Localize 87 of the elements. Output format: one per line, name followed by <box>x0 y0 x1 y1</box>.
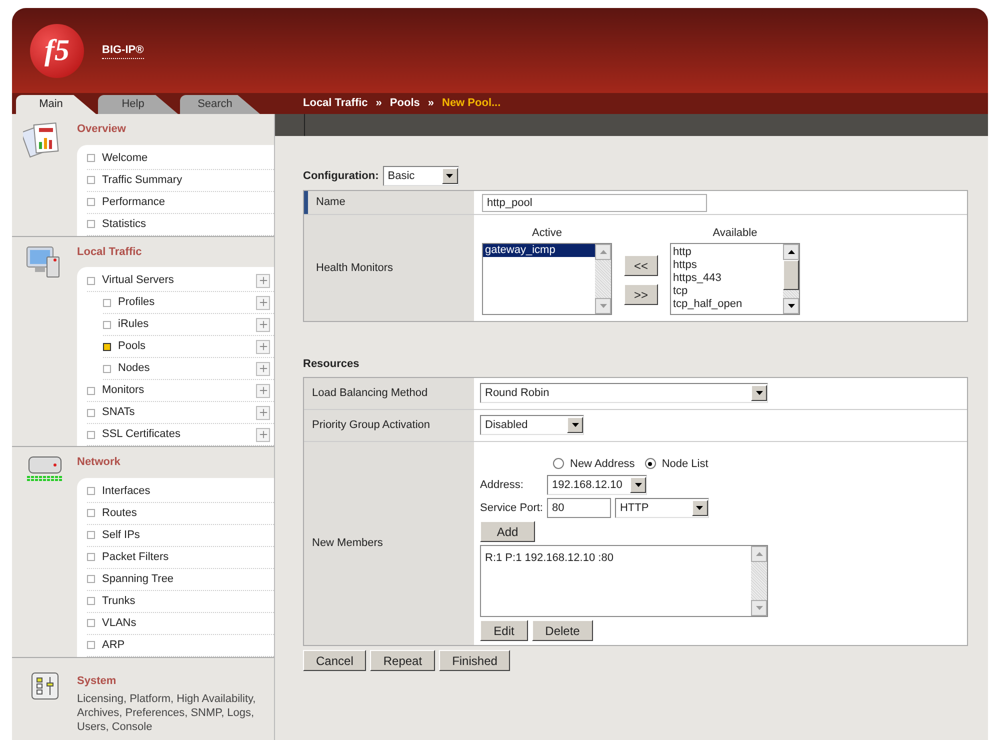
action-button[interactable]: Cancel <box>303 650 366 671</box>
row-label: Name <box>304 191 474 214</box>
breadcrumb-separator: » <box>376 96 382 112</box>
radio-option[interactable]: New Address <box>553 456 635 472</box>
row-label: Load Balancing Method <box>304 378 474 408</box>
add-icon[interactable] <box>256 406 270 420</box>
add-icon[interactable] <box>256 362 270 376</box>
breadcrumb-current: New Pool... <box>442 96 501 112</box>
field-label: Address: <box>480 478 524 493</box>
nav-link[interactable]: Trunks <box>102 592 274 610</box>
nav-link[interactable]: Spanning Tree <box>102 570 274 588</box>
product-name: BIG-IP® <box>102 42 144 60</box>
nav-link[interactable]: SSL Certificates <box>102 426 256 443</box>
nav-link[interactable]: Performance <box>102 194 274 210</box>
radio-option[interactable]: Node List <box>644 456 708 472</box>
field-label: Service Port: <box>480 500 543 516</box>
list-option[interactable]: gateway_icmp <box>483 244 595 257</box>
add-icon[interactable] <box>256 384 270 398</box>
section-title: Network <box>77 455 122 470</box>
tab[interactable]: Help <box>98 95 178 114</box>
breadcrumb-link[interactable]: Local Traffic <box>303 95 368 112</box>
nav-link[interactable]: VLANs <box>102 614 274 632</box>
nav-link[interactable]: Interfaces <box>102 482 274 500</box>
configuration-label: Configuration: <box>303 168 379 184</box>
section-title: Overview <box>77 122 127 137</box>
add-icon[interactable] <box>256 428 270 442</box>
tab[interactable]: Main <box>16 95 96 114</box>
scroll-up-icon[interactable] <box>788 250 794 254</box>
move-right-button[interactable]: >> <box>624 284 658 305</box>
row-label: New Members <box>304 442 474 645</box>
configuration-select[interactable]: Basic <box>382 166 459 186</box>
action-button[interactable]: Repeat <box>370 650 436 671</box>
list-option[interactable]: tcp <box>671 285 783 298</box>
nav-link[interactable]: SNATs <box>102 404 256 421</box>
priority-group-select[interactable]: Disabled <box>480 415 584 435</box>
nav-link[interactable]: Nodes <box>118 360 256 377</box>
section-title: Local Traffic <box>77 244 143 260</box>
service-select[interactable]: HTTP <box>614 498 709 518</box>
nav-link[interactable]: Profiles <box>118 294 256 311</box>
logo: f5 <box>30 24 84 78</box>
action-button[interactable]: Finished <box>439 650 510 671</box>
nav-link[interactable]: Self IPs <box>102 526 274 544</box>
member-entry[interactable]: R:1 P:1 192.168.12.10 :80 <box>485 550 747 566</box>
section-title: System <box>77 674 118 688</box>
edit-button[interactable]: Edit <box>480 620 528 641</box>
nav-link[interactable]: Virtual Servers <box>102 272 256 289</box>
load-balancing-select[interactable]: Round Robin <box>480 383 768 403</box>
available-list[interactable]: http https https_443 tcp tcp_half_open <box>670 243 800 315</box>
nav-link[interactable]: Welcome <box>102 150 274 166</box>
radio-icon[interactable] <box>553 458 564 470</box>
breadcrumb-link[interactable]: Pools <box>390 95 420 112</box>
port-field[interactable]: 80 <box>546 498 611 518</box>
members-list[interactable]: R:1 P:1 192.168.12.10 :80 <box>480 545 768 617</box>
list-option[interactable]: https_443 <box>671 272 783 285</box>
settings-icon <box>30 672 58 700</box>
radio-icon[interactable] <box>644 458 656 470</box>
row-label: Priority Group Activation <box>304 410 474 440</box>
list-option[interactable]: tcp_half_open <box>671 298 783 311</box>
row-label: Health Monitors <box>304 215 474 321</box>
breadcrumb-separator: » <box>428 96 434 112</box>
nav-link[interactable]: Traffic Summary <box>102 172 274 188</box>
scroll-down-icon[interactable] <box>788 304 794 308</box>
section-heading: Resources <box>303 357 360 372</box>
nav-link[interactable]: Pools <box>118 338 256 355</box>
add-icon[interactable] <box>256 340 270 354</box>
column-heading: Available <box>712 226 758 240</box>
tab[interactable]: Search <box>180 95 260 114</box>
section-description: Licensing, Platform, High Availability, Archives, Preferences, SNMP, Logs, Users, Console <box>77 692 257 734</box>
nav-link[interactable]: Routes <box>102 504 274 522</box>
name-field[interactable]: http_pool <box>482 194 707 212</box>
nav-link[interactable]: iRules <box>118 316 256 333</box>
list-option[interactable]: https <box>671 259 783 272</box>
list-option[interactable]: http <box>671 246 783 259</box>
add-icon[interactable] <box>256 296 270 310</box>
add-button[interactable]: Add <box>480 521 535 542</box>
add-icon[interactable] <box>256 318 270 332</box>
add-icon[interactable] <box>256 274 270 288</box>
scrollbar[interactable] <box>783 244 799 314</box>
column-heading: Active <box>532 226 562 240</box>
nav-link[interactable]: Packet Filters <box>102 548 274 566</box>
nav-link[interactable]: ARP <box>102 636 274 654</box>
nav-link[interactable]: Monitors <box>102 382 256 399</box>
delete-button[interactable]: Delete <box>532 620 593 641</box>
move-left-button[interactable]: << <box>624 255 658 276</box>
active-list[interactable]: gateway_icmp <box>482 243 612 315</box>
address-select[interactable]: 192.168.12.10 <box>547 475 647 495</box>
nav-link[interactable]: Statistics <box>102 216 274 232</box>
